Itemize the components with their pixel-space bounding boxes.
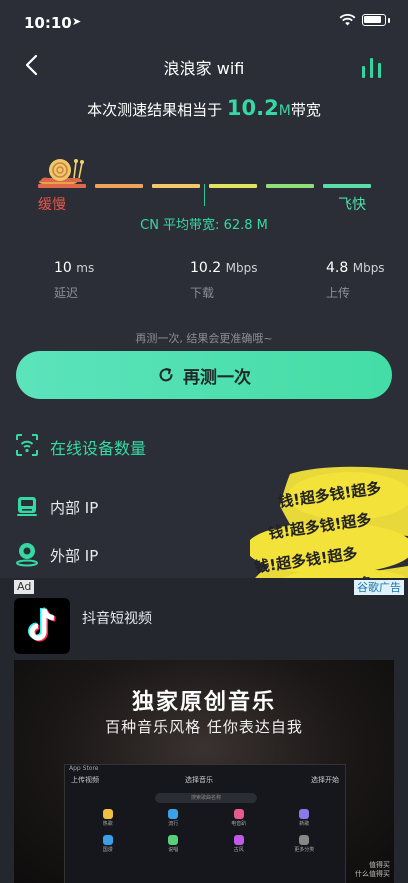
watermark-line2: 什么值得买 xyxy=(355,870,390,878)
phone-category: 国漫 xyxy=(75,835,141,853)
slow-label: 缓慢 xyxy=(38,197,66,213)
category-icon xyxy=(102,809,113,819)
category-icon xyxy=(233,835,244,845)
phone-category: 古风 xyxy=(206,835,272,853)
internal-ip-row[interactable]: 内部 IP xyxy=(0,490,250,522)
category-label: 古风 xyxy=(233,847,244,853)
fast-label: 飞快 xyxy=(338,197,366,213)
average-marker xyxy=(204,184,205,206)
category-icon xyxy=(168,809,179,819)
phone-category: 新歌 xyxy=(272,809,338,827)
headline-prefix: 本次测速结果相当于 xyxy=(87,101,223,119)
category-label: 新歌 xyxy=(299,821,310,827)
external-ip-label: 外部 IP xyxy=(50,547,99,565)
latency-number: 10 xyxy=(54,260,72,276)
ad-badge: Ad xyxy=(14,580,35,594)
status-icons xyxy=(339,14,390,26)
phone-category: 说唱 xyxy=(141,835,207,853)
location-pin-icon xyxy=(16,543,38,567)
wifi-scan-icon xyxy=(16,434,38,456)
promo-subtitle: 百种音乐风格 任你表达自我 xyxy=(105,718,303,736)
headline-unit: M xyxy=(278,103,291,119)
google-ad-label[interactable]: 谷歌广告 xyxy=(354,580,404,595)
retest-hint: 再测一次, 结果会更准确哦~ xyxy=(135,332,273,345)
download-label: 下载 xyxy=(190,286,215,300)
category-icon xyxy=(102,835,113,845)
category-icon xyxy=(299,809,310,819)
external-ip-row[interactable]: 外部 IP xyxy=(0,538,250,570)
phone-nav-right: 选择开始 xyxy=(311,776,339,784)
upload-value: 4.8 Mbps xyxy=(326,260,385,276)
latency-unit: ms xyxy=(76,261,95,275)
phone-nav-left: 上传视频 xyxy=(71,776,99,784)
phone-nav: 上传视频 选择音乐 选择开始 xyxy=(65,775,345,789)
upload-number: 4.8 xyxy=(326,260,349,276)
ad-app-name[interactable]: 抖音短视频 xyxy=(82,608,152,628)
promo-title: 独家原创音乐 xyxy=(131,690,276,715)
scale-segment xyxy=(209,184,257,188)
bar-chart-icon xyxy=(362,66,365,78)
phone-category: 电音趴 xyxy=(206,809,272,827)
category-icon xyxy=(233,809,244,819)
headline-suffix: 带宽 xyxy=(290,101,321,119)
category-label: 电音趴 xyxy=(231,821,247,827)
phone-category: 热歌 xyxy=(75,809,141,827)
battery-cap xyxy=(388,17,390,23)
phone-mockup: App Store 上传视频 选择音乐 选择开始 搜索歌曲名称 热歌 流行 电音… xyxy=(64,764,346,883)
location-icon: ➤ xyxy=(72,15,82,28)
stats-button[interactable] xyxy=(362,52,390,78)
app-icon[interactable] xyxy=(14,598,70,654)
wifi-icon xyxy=(339,14,356,26)
router-icon xyxy=(17,497,37,516)
category-label: 国漫 xyxy=(102,847,113,853)
scale-segment xyxy=(266,184,314,188)
phone-category-grid: 热歌 流行 电音趴 新歌 国漫 说唱 古风 更多分类 xyxy=(75,809,337,853)
category-icon xyxy=(168,835,179,845)
retest-button-label: 再测一次 xyxy=(183,367,251,388)
internal-ip-label: 内部 IP xyxy=(50,499,99,517)
snail-icon xyxy=(39,159,84,186)
download-value: 10.2 Mbps xyxy=(190,260,257,276)
download-unit: Mbps xyxy=(225,261,258,275)
latency-label: 延迟 xyxy=(54,286,79,300)
category-icon xyxy=(299,835,310,845)
online-devices-label: 在线设备数量 xyxy=(50,439,147,458)
bar-chart-icon-bar xyxy=(378,63,381,78)
average-bandwidth: CN 平均带宽: 62.8 M xyxy=(140,218,268,233)
category-label: 流行 xyxy=(168,821,179,827)
latency-value: 10 ms xyxy=(54,260,94,276)
online-devices-row[interactable]: 在线设备数量 xyxy=(0,428,250,462)
phone-nav-center: 选择音乐 xyxy=(185,776,213,784)
scale-segment xyxy=(38,184,86,188)
headline-value: 10.2 xyxy=(226,96,279,120)
phone-status: App Store xyxy=(69,765,99,772)
battery-icon xyxy=(362,14,386,26)
bar-chart-icon-bar xyxy=(370,58,373,78)
refresh-icon xyxy=(159,368,173,382)
upload-label: 上传 xyxy=(326,286,351,300)
category-label: 热歌 xyxy=(102,821,113,827)
scale-segment xyxy=(152,184,200,188)
tiktok-logo-icon xyxy=(28,607,56,642)
scale-segment xyxy=(95,184,143,188)
upload-unit: Mbps xyxy=(352,261,385,275)
page-title: 浪浪家 wifi xyxy=(163,59,245,78)
retest-button[interactable]: 再测一次 xyxy=(16,351,392,399)
result-headline: 本次测速结果相当于 10.2M带宽 xyxy=(0,96,408,120)
scale-segment xyxy=(323,184,371,188)
ad-promo-image[interactable]: 独家原创音乐 百种音乐风格 任你表达自我 App Store 上传视频 选择音乐… xyxy=(14,660,394,883)
phone-category: 流行 xyxy=(141,809,207,827)
watermark: 值得买 什么值得买 xyxy=(355,861,390,879)
phone-search: 搜索歌曲名称 xyxy=(155,793,257,803)
status-time: 10:10 xyxy=(24,14,72,32)
download-number: 10.2 xyxy=(190,260,222,276)
category-label: 更多分类 xyxy=(294,847,315,853)
phone-category: 更多分类 xyxy=(272,835,338,853)
watermark-line1: 值得买 xyxy=(369,861,390,869)
category-label: 说唱 xyxy=(168,847,179,853)
